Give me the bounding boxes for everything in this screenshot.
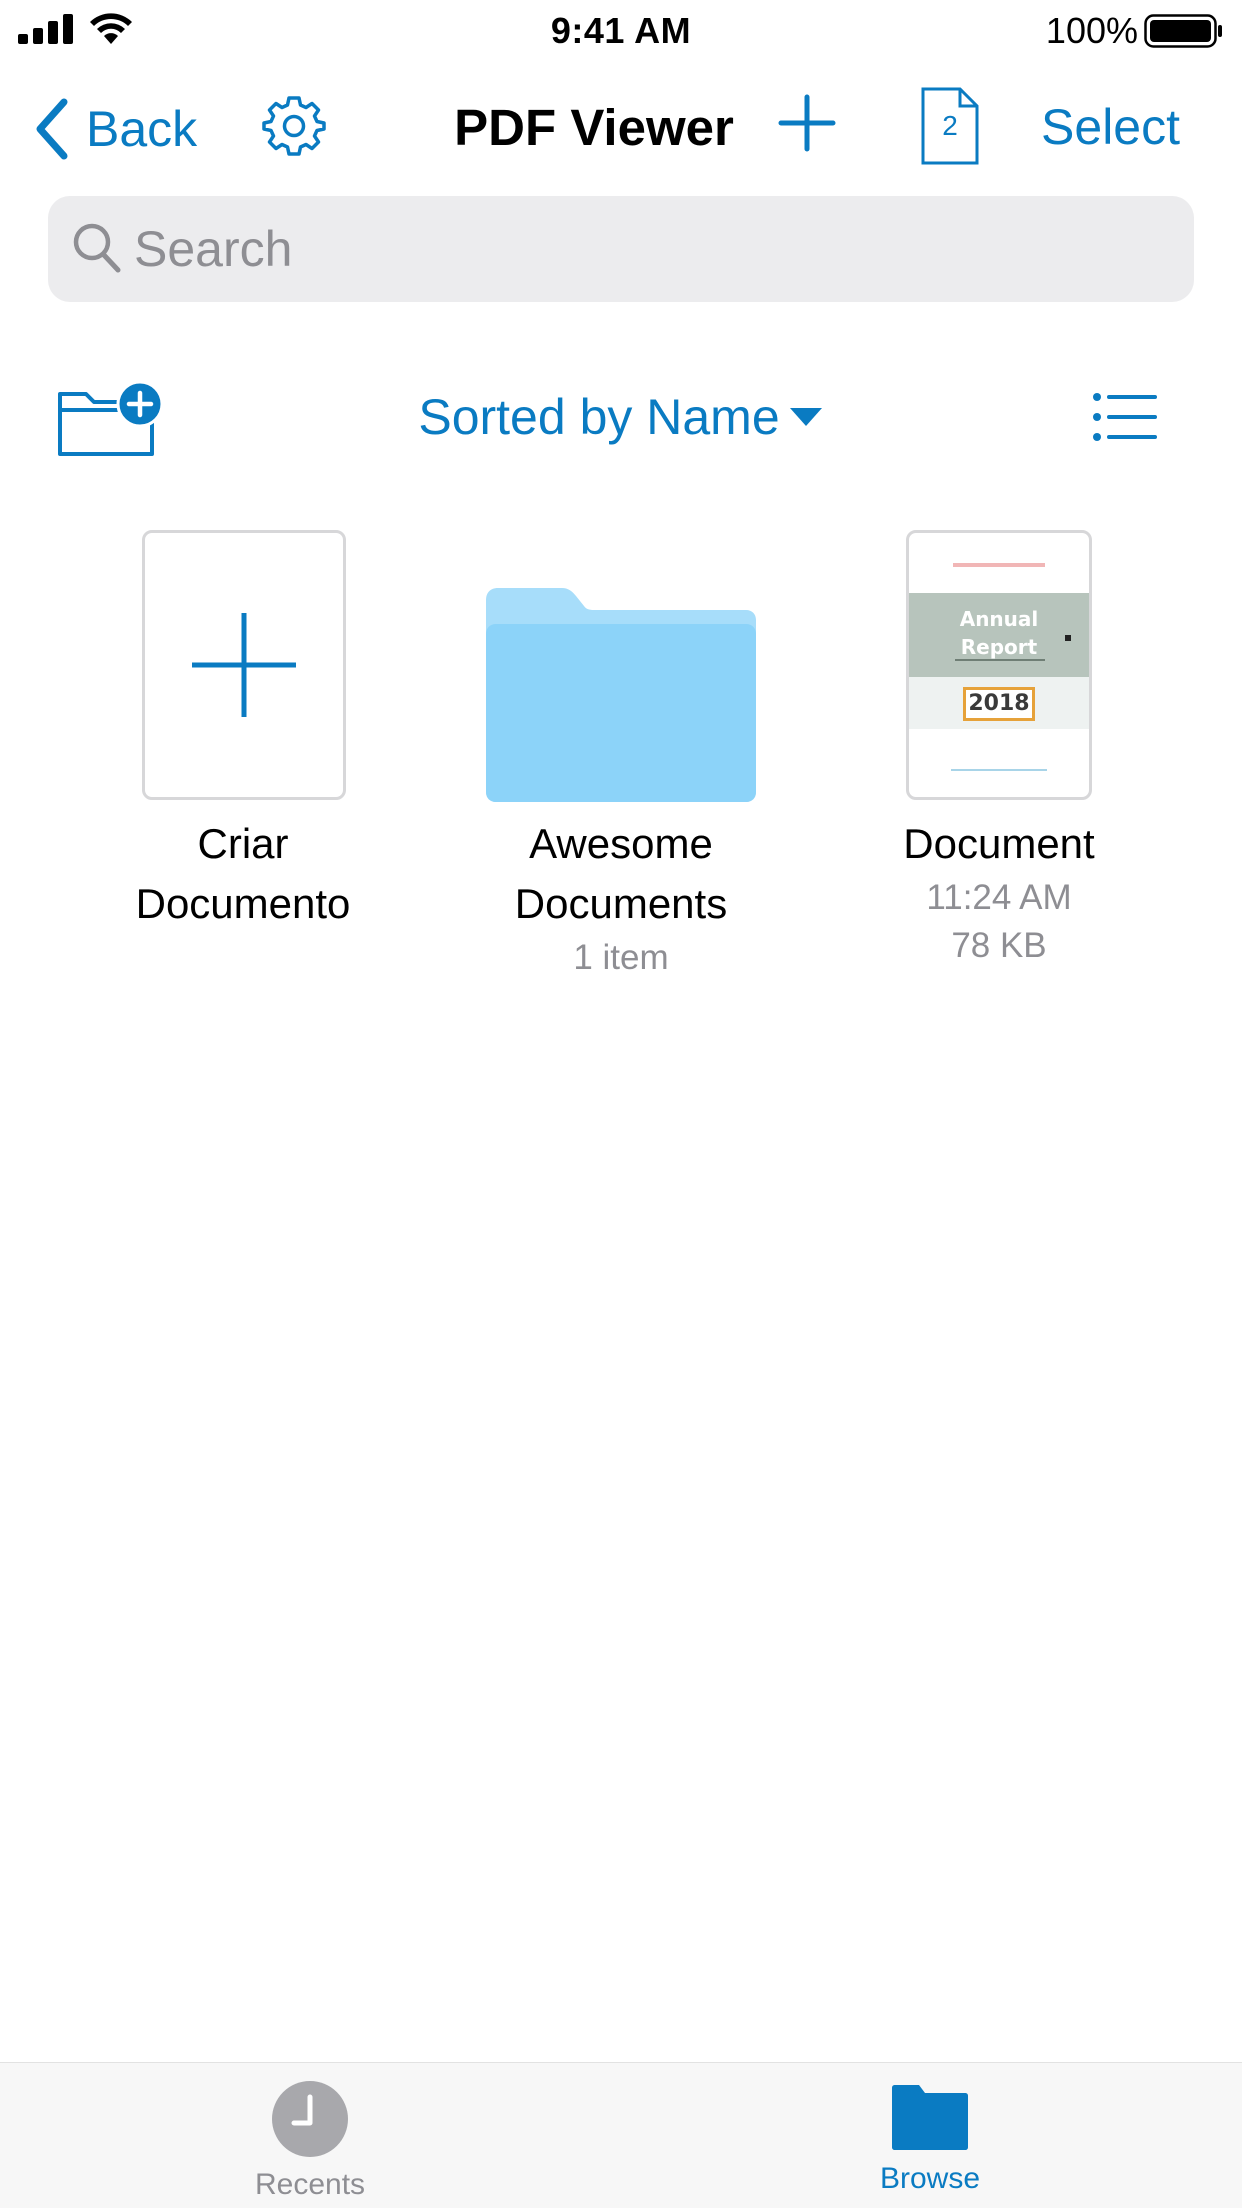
item-name: Awesome Documents xyxy=(514,820,728,927)
title-underline xyxy=(955,659,1045,661)
item-count: 1 item xyxy=(573,938,669,977)
thumbnail-title: Annual Report xyxy=(959,607,1039,659)
status-bar: 9:41 AM 100% xyxy=(0,0,1242,62)
back-label: Back xyxy=(86,101,198,157)
folder-item[interactable]: Awesome Documents 1 item xyxy=(432,530,810,982)
sort-control: Sorted by Name xyxy=(0,388,1242,446)
item-name: Document xyxy=(903,820,1095,867)
item-time: 11:24 AM xyxy=(926,878,1072,917)
page-count-button[interactable]: 2 xyxy=(920,86,980,171)
add-icon[interactable] xyxy=(778,94,836,152)
thumbnail-year: 2018 xyxy=(963,687,1035,721)
search-icon xyxy=(73,223,121,273)
document-thumbnail: Annual Report 2018 xyxy=(906,530,1092,800)
tab-bar: Recents Browse xyxy=(0,2062,1242,2208)
folder-icon xyxy=(892,2085,968,2150)
plus-icon xyxy=(192,613,296,717)
search-input[interactable] xyxy=(134,196,1174,302)
list-view-icon[interactable] xyxy=(1092,392,1158,442)
new-folder-icon[interactable] xyxy=(56,380,166,460)
caret-down-icon xyxy=(789,408,822,426)
item-name: Criar Documento xyxy=(135,820,351,927)
thumbnail-marker xyxy=(1065,635,1071,641)
battery-percentage: 100% xyxy=(1045,10,1138,51)
tab-browse[interactable]: Browse xyxy=(780,2081,1080,2196)
footer-text-line xyxy=(951,769,1047,771)
gear-icon[interactable] xyxy=(262,94,326,158)
sort-label: Sorted by Name xyxy=(418,389,780,445)
sort-button[interactable]: Sorted by Name xyxy=(418,388,823,446)
tab-label: Recents xyxy=(254,2168,366,2201)
app-screen: 9:41 AM 100% Back PDF Viewer 2 Select Se… xyxy=(0,0,1242,2208)
back-button[interactable]: Back xyxy=(34,94,197,164)
page-title: PDF Viewer xyxy=(454,99,734,156)
tab-label: Browse xyxy=(879,2162,981,2195)
document-item[interactable]: Annual Report 2018 Document 11:24 AM 78 … xyxy=(810,530,1188,970)
navigation-bar: Back PDF Viewer 2 Select xyxy=(0,80,1242,180)
battery-icon xyxy=(1144,14,1222,48)
chevron-left-icon xyxy=(36,98,68,160)
page-count: 2 xyxy=(942,110,958,141)
select-button[interactable]: Select xyxy=(1041,98,1180,156)
clock-icon xyxy=(272,2081,348,2157)
header-text-line xyxy=(953,563,1045,567)
folder-icon xyxy=(486,588,756,802)
tab-recents[interactable]: Recents xyxy=(160,2081,460,2202)
create-document-thumbnail xyxy=(142,530,346,800)
item-size: 78 KB xyxy=(951,926,1047,965)
create-document-item[interactable]: Criar Documento xyxy=(54,530,432,934)
search-bar xyxy=(48,196,1194,302)
